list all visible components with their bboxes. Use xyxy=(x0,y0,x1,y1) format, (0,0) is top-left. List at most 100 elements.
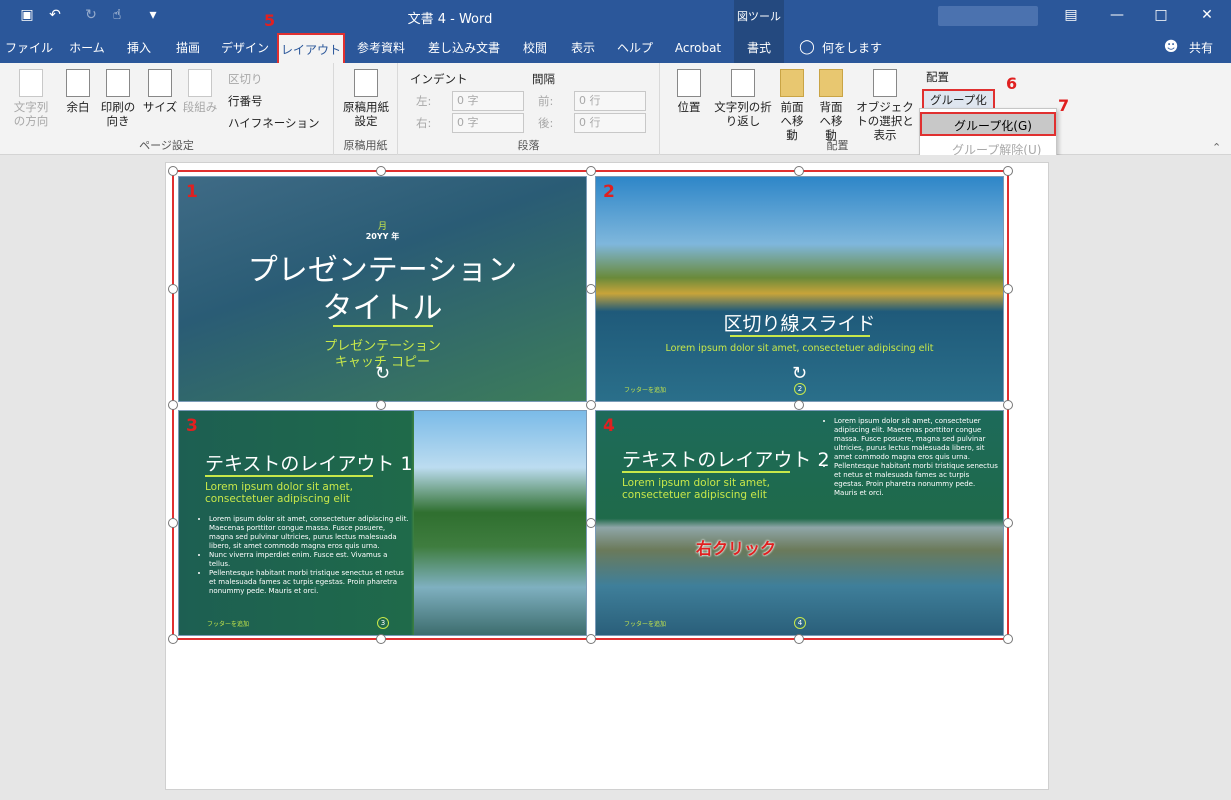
selection-pane-button[interactable]: オブジェクトの選択と表示 xyxy=(854,69,916,142)
slide1-title-line2: タイトル xyxy=(322,291,443,326)
group-label-page-setup: ページ設定 xyxy=(139,139,194,152)
align-button[interactable]: 配置 xyxy=(926,69,949,85)
slide3-bullet: Nunc viverra imperdiet enim. Fusce est. … xyxy=(209,551,409,569)
group-manuscript: 原稿用紙設定 原稿用紙 xyxy=(334,63,398,155)
tab-insert[interactable]: 挿入 xyxy=(116,33,162,63)
position-button[interactable]: 位置 xyxy=(670,69,708,114)
resize-handle[interactable] xyxy=(586,518,596,528)
slide-3[interactable]: テキストのレイアウト 1 Lorem ipsum dolor sit amet,… xyxy=(178,410,587,636)
ribbon-collapse-icon[interactable]: ⌃ xyxy=(1212,141,1221,154)
tab-draw[interactable]: 描画 xyxy=(162,33,214,63)
indent-right-input[interactable]: 0 字 xyxy=(452,113,524,133)
line-numbers-button[interactable]: 行番号 xyxy=(228,93,263,109)
indent-left-input[interactable]: 0 字 xyxy=(452,91,524,111)
tab-layout[interactable]: レイアウト xyxy=(277,33,345,63)
tab-design[interactable]: デザイン xyxy=(214,33,276,63)
rotate-handle-icon[interactable]: ↻ xyxy=(375,363,390,384)
tab-view[interactable]: 表示 xyxy=(558,33,608,63)
touch-mode-icon[interactable]: ☝ xyxy=(108,7,126,25)
tab-help[interactable]: ヘルプ xyxy=(608,33,662,63)
resize-handle[interactable] xyxy=(376,166,386,176)
resize-handle[interactable] xyxy=(376,400,386,410)
slide3-bullets: Lorem ipsum dolor sit amet, consectetuer… xyxy=(203,515,409,596)
text-direction-button[interactable]: 文字列の方向 xyxy=(6,69,56,128)
minimize-icon[interactable]: — xyxy=(1108,7,1126,25)
slide4-bullet: Pellentesque habitant morbi tristique se… xyxy=(834,462,998,498)
right-click-annotation: 右クリック xyxy=(696,539,777,558)
slide4-subtitle-line2: consectetuer adipiscing elit xyxy=(622,489,767,501)
resize-handle[interactable] xyxy=(1003,166,1013,176)
resize-handle[interactable] xyxy=(168,400,178,410)
tab-references[interactable]: 参考資料 xyxy=(346,33,416,63)
size-button[interactable]: サイズ xyxy=(140,69,180,114)
resize-handle[interactable] xyxy=(1003,400,1013,410)
spacing-after-input[interactable]: 0 行 xyxy=(574,113,646,133)
redo-icon[interactable]: ↻ xyxy=(82,7,100,25)
slide3-title: テキストのレイアウト 1 xyxy=(205,453,413,475)
columns-icon xyxy=(188,69,212,97)
slide3-footer: フッターを追加 xyxy=(207,621,250,628)
indent-label: インデント xyxy=(410,72,468,86)
share-button[interactable]: 共有 xyxy=(1184,33,1218,63)
slide-2[interactable]: 区切り線スライド Lorem ipsum dolor sit amet, con… xyxy=(595,176,1004,402)
customize-icon[interactable]: ▾ xyxy=(144,7,162,25)
group-paragraph: インデント 間隔 左: 0 字 右: 0 字 前: 0 行 後: 0 行 段落 xyxy=(398,63,660,155)
bring-forward-icon xyxy=(780,69,804,97)
title-bar: ▣ ↶ ↻ ☝ ▾ 文書 4 - Word 図ツール ▤ — □ ✕ xyxy=(0,0,1231,33)
tab-file[interactable]: ファイル xyxy=(0,33,58,63)
slide-1[interactable]: 月 20YY 年 プレゼンテーション タイトル プレゼンテーション キャッチ コ… xyxy=(178,176,587,402)
group-page-setup: 文字列の方向 余白 印刷の向き サイズ 段組み 区切り 行番号 ハイフネーション… xyxy=(0,63,334,155)
breaks-button[interactable]: 区切り xyxy=(228,71,263,87)
resize-handle[interactable] xyxy=(168,518,178,528)
slide3-bullet: Lorem ipsum dolor sit amet, consectetuer… xyxy=(209,515,409,551)
hyphenation-button[interactable]: ハイフネーション xyxy=(228,115,320,131)
callout-7: 7 xyxy=(1058,96,1070,115)
save-icon[interactable]: ▣ xyxy=(18,7,36,25)
resize-handle[interactable] xyxy=(1003,284,1013,294)
resize-handle[interactable] xyxy=(168,284,178,294)
resize-handle[interactable] xyxy=(168,166,178,176)
tab-mailings[interactable]: 差し込み文書 xyxy=(416,33,512,63)
resize-handle[interactable] xyxy=(586,634,596,644)
resize-handle[interactable] xyxy=(586,400,596,410)
ribbon-tabs: ファイル ホーム 挿入 描画 デザイン レイアウト 参考資料 差し込み文書 校閲… xyxy=(0,33,1231,85)
bring-forward-button[interactable]: 前面へ移動 xyxy=(774,69,810,142)
slide-4[interactable]: テキストのレイアウト 2 Lorem ipsum dolor sit amet,… xyxy=(595,410,1004,636)
close-icon[interactable]: ✕ xyxy=(1198,7,1216,25)
spacing-after-label: 後: xyxy=(538,116,554,130)
undo-icon[interactable]: ↶ xyxy=(46,7,64,25)
rotate-handle-icon[interactable]: ↻ xyxy=(792,363,807,384)
ribbon-display-icon[interactable]: ▤ xyxy=(1062,7,1080,25)
manuscript-settings-button[interactable]: 原稿用紙設定 xyxy=(340,69,392,128)
callout-5: 5 xyxy=(264,11,276,30)
resize-handle[interactable] xyxy=(586,166,596,176)
resize-handle[interactable] xyxy=(794,400,804,410)
tab-review[interactable]: 校閲 xyxy=(512,33,558,63)
vertical-scrollbar[interactable] xyxy=(1214,160,1231,800)
menu-item-group[interactable]: グループ化(G) xyxy=(920,112,1056,136)
group-dropdown-menu: グループ化(G) グループ解除(U) xyxy=(919,108,1057,162)
orientation-button[interactable]: 印刷の向き xyxy=(98,69,138,128)
send-backward-button[interactable]: 背面へ移動 xyxy=(812,69,850,142)
tab-acrobat[interactable]: Acrobat xyxy=(662,33,734,63)
spacing-before-input[interactable]: 0 行 xyxy=(574,91,646,111)
slide4-footer: フッターを追加 xyxy=(624,621,667,628)
slide2-title: 区切り線スライド xyxy=(723,313,876,335)
resize-handle[interactable] xyxy=(1003,634,1013,644)
resize-handle[interactable] xyxy=(168,634,178,644)
account-area[interactable] xyxy=(938,6,1038,26)
resize-handle[interactable] xyxy=(376,634,386,644)
tab-home[interactable]: ホーム xyxy=(58,33,116,63)
wrap-text-button[interactable]: 文字列の折り返し xyxy=(712,69,774,128)
tell-me-search[interactable]: 何をしますか xyxy=(822,33,892,85)
resize-handle[interactable] xyxy=(794,166,804,176)
resize-handle[interactable] xyxy=(586,284,596,294)
indent-left-label: 左: xyxy=(416,94,432,108)
callout-4: 4 xyxy=(603,416,615,436)
maximize-icon[interactable]: □ xyxy=(1152,7,1170,25)
resize-handle[interactable] xyxy=(794,634,804,644)
margins-button[interactable]: 余白 xyxy=(60,69,96,114)
columns-button[interactable]: 段組み xyxy=(182,69,218,114)
tab-format[interactable]: 書式 xyxy=(734,33,784,63)
resize-handle[interactable] xyxy=(1003,518,1013,528)
